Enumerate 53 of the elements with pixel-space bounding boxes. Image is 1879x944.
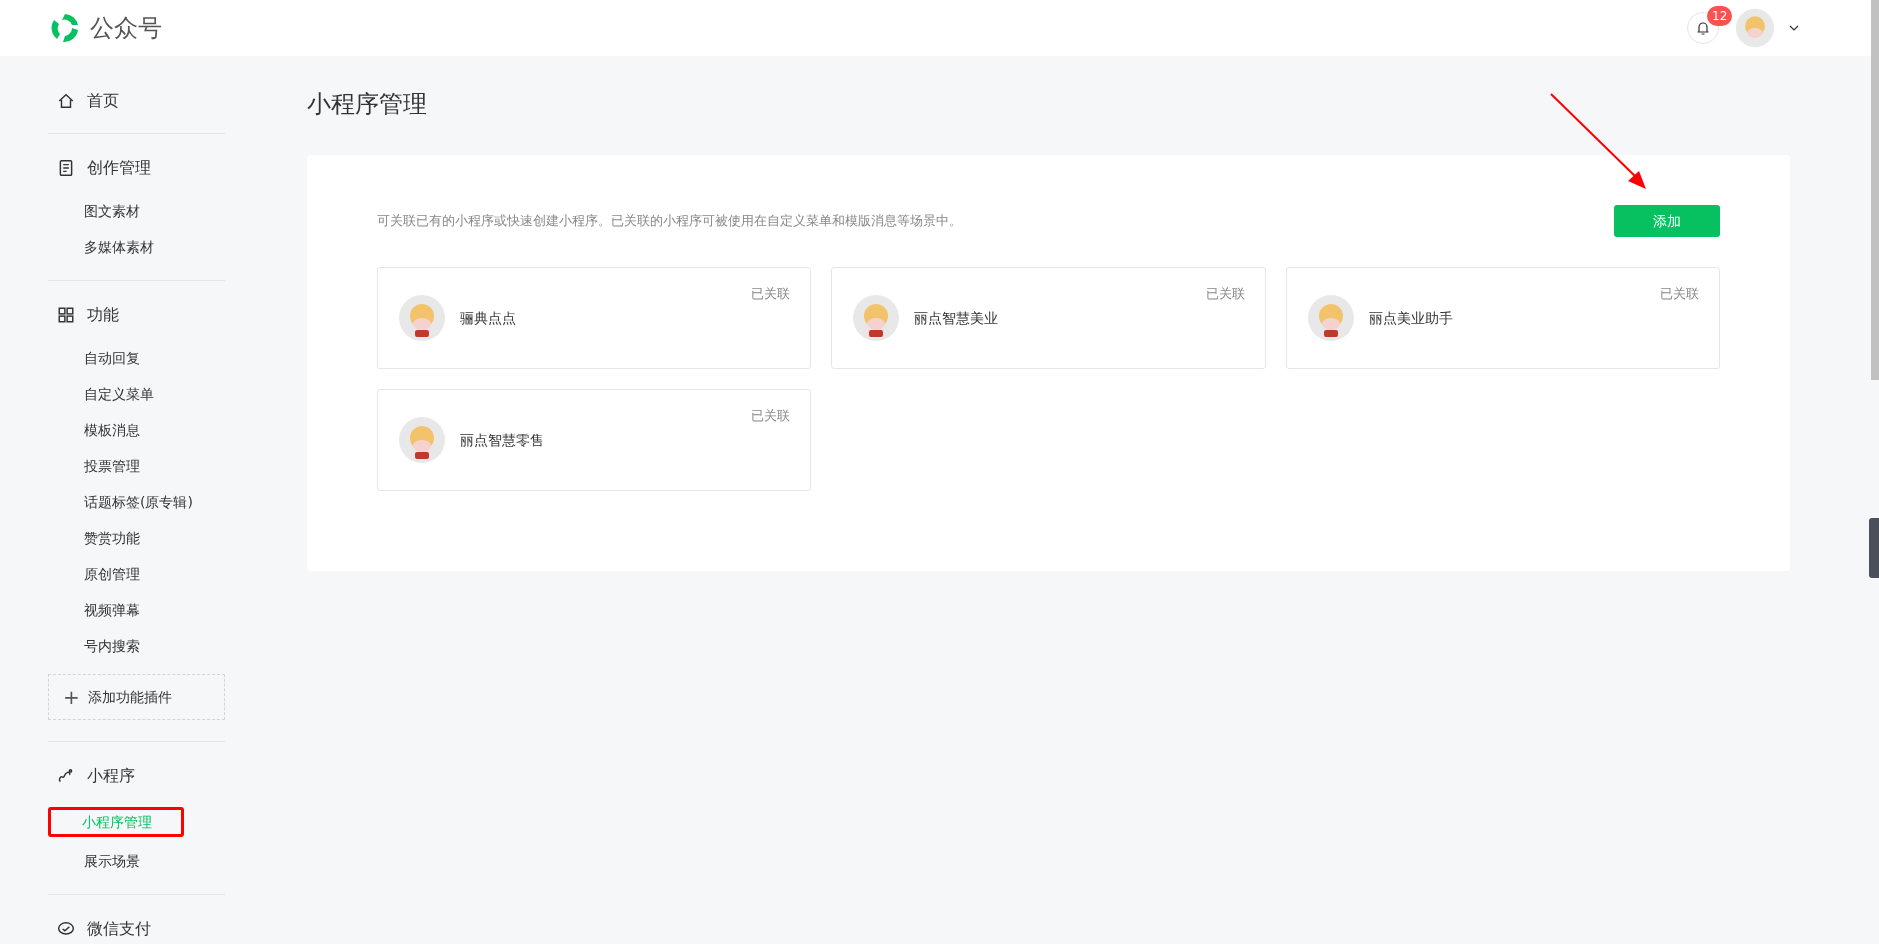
section-title: 首页: [87, 90, 119, 112]
side-widget: [1869, 518, 1879, 578]
mini-program-name: 骊典点点: [460, 308, 516, 328]
section-title: 功能: [87, 304, 119, 326]
mini-program-card[interactable]: 骊典点点 已关联: [377, 267, 812, 369]
avatar-image: [398, 416, 446, 464]
sidebar-item[interactable]: 视频弹幕: [50, 598, 225, 622]
chat-icon: [57, 920, 75, 938]
mini-program-name: 丽点美业助手: [1368, 308, 1453, 328]
sidebar-item[interactable]: 投票管理: [50, 454, 225, 478]
link-icon: [57, 767, 75, 785]
avatar-image: [852, 294, 901, 342]
chevron-down-icon[interactable]: [1789, 25, 1799, 31]
sidebar-item[interactable]: 话题标签(原专辑): [50, 490, 225, 514]
mini-program-card[interactable]: 丽点智慧美业 已关联: [831, 267, 1266, 369]
add-plugin-button[interactable]: + 添加功能插件: [48, 674, 225, 720]
document-icon: [57, 159, 75, 177]
link-status: 已关联: [1660, 285, 1699, 303]
sidebar-item[interactable]: 原创管理: [50, 562, 225, 586]
sidebar-section[interactable]: 功能: [48, 304, 225, 326]
link-status: 已关联: [751, 285, 791, 303]
logo-text: 公众号: [90, 13, 162, 44]
sidebar-item[interactable]: 自动回复: [50, 346, 225, 370]
avatar-image: [1306, 294, 1355, 342]
sidebar-item[interactable]: 多媒体素材: [50, 235, 225, 259]
sidebar-section[interactable]: 创作管理: [48, 157, 225, 179]
sidebar-item[interactable]: 展示场景: [50, 849, 225, 873]
link-status: 已关联: [1205, 285, 1245, 303]
link-status: 已关联: [751, 407, 791, 425]
page-title: 小程序管理: [307, 89, 428, 120]
description-text: 可关联已有的小程序或快速创建小程序。已关联的小程序可被使用在自定义菜单和模版消息等场景中。: [377, 212, 962, 231]
home-icon: [57, 92, 75, 110]
bell-icon: [1695, 20, 1711, 36]
sidebar-item[interactable]: 图文素材: [50, 199, 225, 223]
plus-icon: +: [63, 687, 80, 707]
mini-program-name: 丽点智慧零售: [460, 430, 544, 450]
section-title: 创作管理: [87, 157, 151, 179]
sidebar-item[interactable]: 自定义菜单: [50, 382, 225, 406]
add-plugin-label: 添加功能插件: [87, 687, 172, 707]
avatar-image: [398, 294, 446, 342]
mini-program-card[interactable]: 丽点美业助手 已关联: [1285, 267, 1720, 369]
section-title: 小程序: [87, 765, 135, 787]
sidebar-item[interactable]: 赞赏功能: [50, 526, 225, 550]
section-title: 微信支付: [87, 918, 151, 940]
mini-program-card[interactable]: 丽点智慧零售 已关联: [377, 389, 812, 491]
sidebar-section[interactable]: 首页: [48, 90, 225, 112]
sidebar-item[interactable]: 模板消息: [50, 418, 225, 442]
notification-badge: 12: [1707, 6, 1733, 26]
mini-program-name: 丽点智慧美业: [914, 308, 999, 328]
sidebar-item[interactable]: 号内搜索: [50, 634, 225, 658]
sidebar-section[interactable]: 小程序: [48, 765, 225, 787]
sidebar-section[interactable]: 微信支付: [48, 918, 225, 940]
grid-icon: [57, 306, 75, 324]
